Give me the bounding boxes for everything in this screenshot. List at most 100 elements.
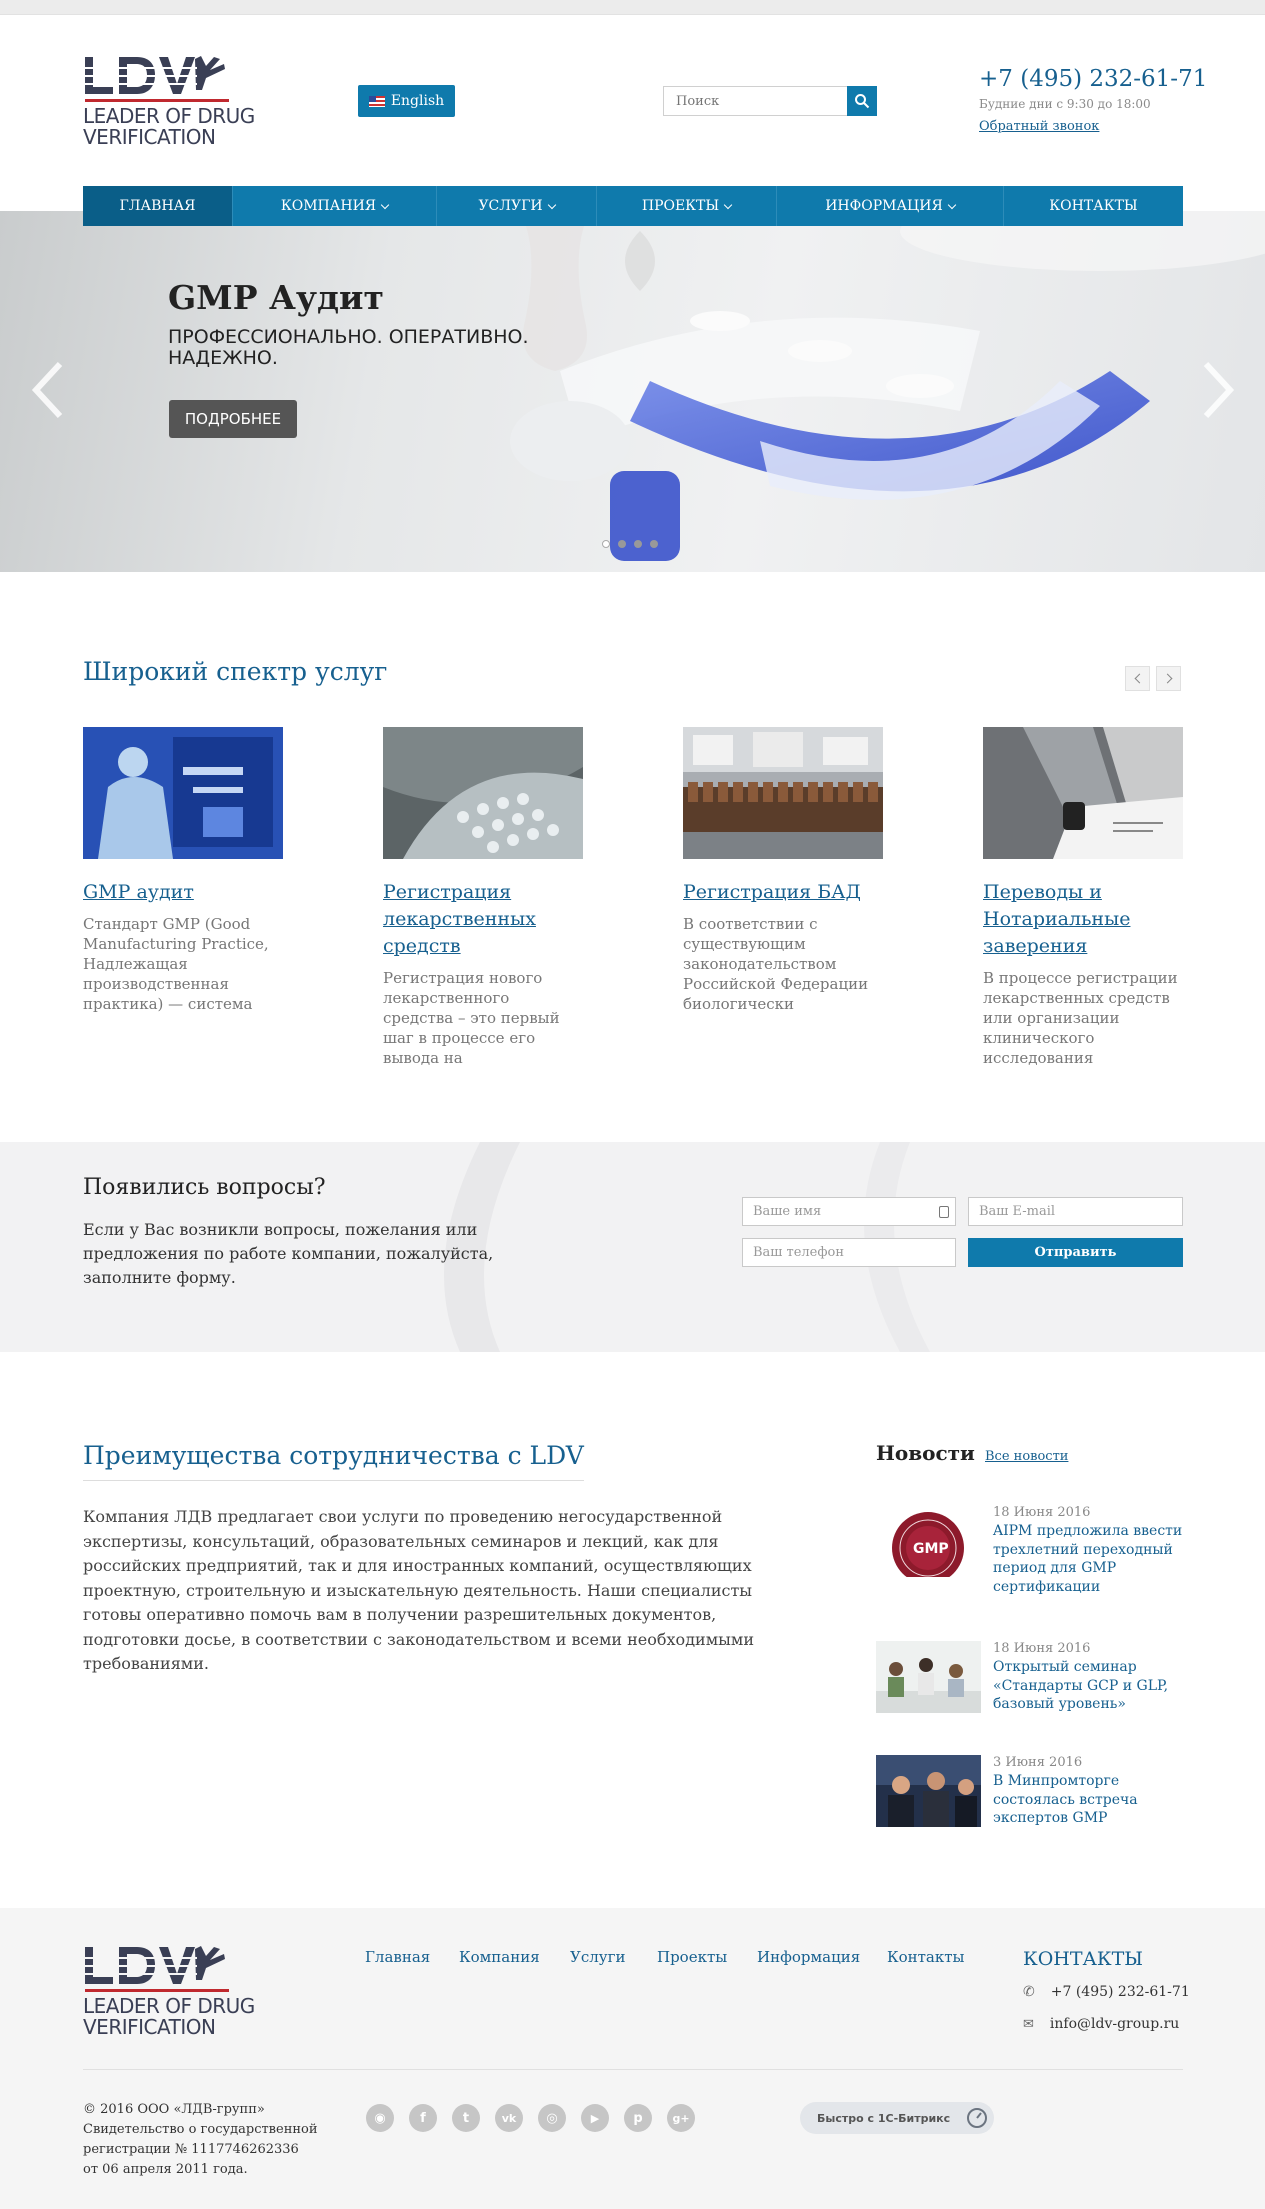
services-next-button[interactable] (1156, 666, 1181, 691)
us-flag-icon (368, 95, 385, 107)
nav-item-services[interactable]: УСЛУГИ (437, 186, 597, 226)
logo-line-1: LEADER OF DRUG (83, 104, 255, 128)
footer-nav-home[interactable]: Главная (365, 1948, 430, 1966)
slider-next-arrow-icon[interactable] (1198, 360, 1238, 420)
slider-dots (602, 540, 658, 548)
email-field[interactable]: Ваш E-mail (968, 1197, 1183, 1226)
chevron-down-icon (547, 200, 556, 209)
slider-dot[interactable] (650, 540, 658, 548)
news-image-gmp-seal[interactable]: GMP (876, 1505, 981, 1577)
logo-line-2: VERIFICATION (83, 2015, 216, 2039)
seminar-image (876, 1641, 981, 1713)
footer-email[interactable]: ✉ info@ldv-group.ru (1023, 2016, 1179, 2032)
service-image-drug-registration[interactable] (383, 727, 583, 859)
footer-nav-contacts[interactable]: Контакты (887, 1948, 965, 1966)
search-input[interactable] (664, 87, 850, 115)
nav-item-company[interactable]: КОМПАНИЯ (233, 186, 437, 226)
service-description: В соответствии с существующим законодате… (683, 915, 869, 1013)
search-button[interactable] (847, 86, 877, 116)
service-card: Регистрация БАД В соответствии с существ… (683, 727, 883, 1014)
footer-divider (83, 2069, 1183, 2070)
news-date: 18 Июня 2016 (993, 1505, 1091, 1520)
twitter-icon[interactable]: t (452, 2104, 480, 2132)
nav-item-label: ПРОЕКТЫ (641, 198, 720, 214)
language-label: English (390, 93, 445, 109)
hero-more-button[interactable]: ПОДРОБНЕЕ (169, 400, 297, 438)
services-heading: Широкий спектр услуг (83, 657, 388, 686)
service-title-link[interactable]: Регистрация лекарственных средств (383, 879, 583, 960)
facebook-icon[interactable]: f (409, 2104, 437, 2132)
footer-phone[interactable]: ✆ +7 (495) 232-61-71 (1023, 1984, 1190, 2000)
service-card: Переводы и Нотариальные заверения В проц… (983, 727, 1183, 1068)
service-image-gmp[interactable] (83, 727, 283, 859)
name-placeholder: Ваше имя (753, 1204, 822, 1219)
youtube-icon[interactable]: ▶ (581, 2104, 609, 2132)
submit-button[interactable]: Отправить (968, 1238, 1183, 1267)
footer-logo[interactable]: LEADER OF DRUG VERIFICATION (83, 1945, 255, 2040)
nav-item-information[interactable]: ИНФОРМАЦИЯ (777, 186, 1004, 226)
service-card: Регистрация лекарственных средств Регист… (383, 727, 583, 1068)
footer-nav-projects[interactable]: Проекты (657, 1948, 727, 1966)
services-prev-button[interactable] (1125, 666, 1150, 691)
copyright: © 2016 ООО «ЛДВ-групп» Свидетельство о г… (83, 2100, 343, 2180)
name-field[interactable]: Ваше имя (742, 1197, 956, 1226)
main-nav: ГЛАВНАЯ КОМПАНИЯ УСЛУГИ ПРОЕКТЫ ИНФОРМАЦ… (83, 186, 1183, 226)
service-card: GMP аудит Стандарт GMP (Good Manufacturi… (83, 727, 283, 1014)
logo[interactable]: LEADER OF DRUG VERIFICATION (83, 55, 255, 150)
news-image-seminar[interactable] (876, 1641, 981, 1713)
footer-email-text: info@ldv-group.ru (1049, 2016, 1180, 2032)
footer-nav-services[interactable]: Услуги (570, 1948, 625, 1966)
service-title-link[interactable]: Переводы и Нотариальные заверения (983, 879, 1183, 960)
copyright-line: от 06 апреля 2011 года. (83, 2162, 248, 2177)
news-title-link[interactable]: В Минпромторге состоялась встреча экспер… (993, 1772, 1183, 1828)
bitrix-badge[interactable]: Быстро с 1С-Битрикс (800, 2102, 994, 2134)
slider-prev-arrow-icon[interactable] (28, 360, 68, 420)
footer-nav-company[interactable]: Компания (459, 1948, 540, 1966)
phone-icon: ✆ (1023, 1984, 1035, 2000)
nav-item-label: УСЛУГИ (478, 198, 543, 214)
news-item: GMP 18 Июня 2016 AIPM предложила ввести … (876, 1505, 1186, 1595)
nav-item-contacts[interactable]: КОНТАКТЫ (1004, 186, 1183, 226)
google-plus-icon[interactable]: g+ (667, 2104, 695, 2132)
instagram-icon[interactable]: ◎ (538, 2104, 566, 2132)
service-image-translations[interactable] (983, 727, 1183, 859)
speedometer-icon (967, 2108, 987, 2128)
nav-item-projects[interactable]: ПРОЕКТЫ (597, 186, 777, 226)
footer-nav-information[interactable]: Информация (757, 1948, 860, 1966)
logo-line-1: LEADER OF DRUG (83, 1994, 255, 2018)
service-image-supplements[interactable] (683, 727, 883, 859)
vk-icon[interactable]: vk (495, 2104, 523, 2132)
search-box (663, 86, 877, 116)
news-image-meeting[interactable] (876, 1755, 981, 1827)
service-title-link[interactable]: GMP аудит (83, 879, 283, 906)
vials-line-image (683, 727, 883, 859)
service-title-link[interactable]: Регистрация БАД (683, 879, 883, 906)
all-news-link[interactable]: Все новости (985, 1449, 1068, 1464)
slider-dot[interactable] (634, 540, 642, 548)
news-title-link[interactable]: Открытый семинар «Стандарты GCP и GLP, б… (993, 1658, 1183, 1714)
chevron-left-icon (1134, 673, 1144, 684)
phone-field[interactable]: Ваш телефон (742, 1238, 956, 1267)
news-title-link[interactable]: AIPM предложила ввести трехлетний перехо… (993, 1522, 1183, 1596)
news-date: 3 Июня 2016 (993, 1755, 1083, 1770)
blister-machine-image (383, 727, 583, 859)
nav-item-label: КОМПАНИЯ (280, 198, 377, 214)
lab-worker-image (83, 727, 283, 859)
ldv-logo-mark (85, 56, 229, 102)
nav-item-home[interactable]: ГЛАВНАЯ (83, 186, 233, 226)
news-item: 18 Июня 2016 Открытый семинар «Стандарты… (876, 1641, 1186, 1713)
slider-dot[interactable] (618, 540, 626, 548)
hero-background-image (510, 211, 1265, 561)
language-button[interactable]: English (358, 85, 455, 117)
slider-dot[interactable] (602, 540, 610, 548)
hero-title: GMP Аудит (168, 278, 384, 317)
questions-title: Появились вопросы? (83, 1175, 326, 1200)
questions-text: Если у Вас возникли вопросы, пожелания и… (83, 1220, 494, 1287)
callback-link[interactable]: Обратный звонок (979, 119, 1099, 134)
search-icon (855, 94, 870, 109)
chevron-down-icon (947, 200, 957, 209)
header-phone[interactable]: +7 (495) 232-61-71 (979, 66, 1207, 92)
pinterest-icon[interactable]: p (624, 2104, 652, 2132)
nav-item-label: ИНФОРМАЦИЯ (825, 198, 943, 214)
rss-icon[interactable]: ◉ (366, 2104, 394, 2132)
